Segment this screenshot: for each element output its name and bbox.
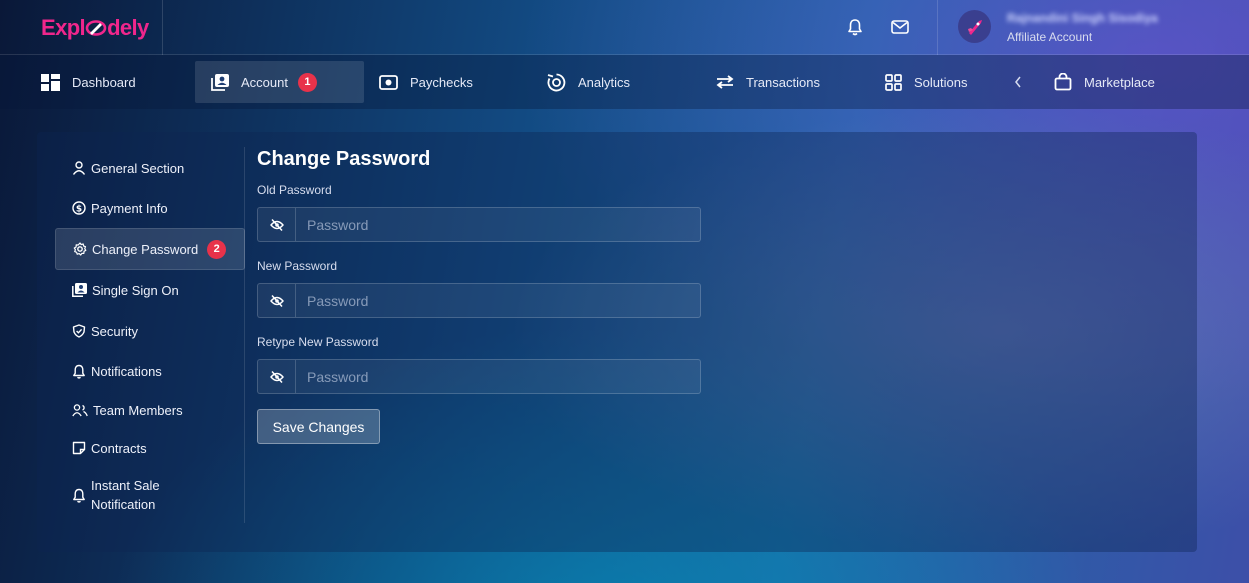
bell-icon xyxy=(73,488,85,503)
avatar xyxy=(958,10,991,43)
logo-rocket-icon xyxy=(85,19,107,36)
nav-label: Marketplace xyxy=(1084,74,1155,90)
account-icon xyxy=(72,283,87,297)
new-password-group xyxy=(257,283,701,318)
sidebar-item-single-sign-on[interactable]: Single Sign On xyxy=(55,280,245,300)
sidebar-item-label: Single Sign On xyxy=(92,282,179,298)
chevron-left-icon xyxy=(1015,76,1021,88)
eye-off-icon xyxy=(269,218,284,231)
top-bar: Expl dely Rajnandini Singh Sisodiya Affil… xyxy=(0,0,1249,55)
bag-icon xyxy=(1054,73,1072,91)
sidebar-item-contracts[interactable]: Contracts xyxy=(55,438,245,458)
sidebar-item-general-section[interactable]: General Section xyxy=(55,158,245,178)
settings-card: General Section $ Payment Info Change Pa… xyxy=(37,132,1197,552)
sidebar-item-notifications[interactable]: Notifications xyxy=(55,361,245,381)
nav-item-dashboard[interactable]: Dashboard xyxy=(41,61,136,103)
toggle-visibility-button[interactable] xyxy=(258,284,296,317)
eye-off-icon xyxy=(269,294,284,307)
sidebar-item-label: Change Password xyxy=(92,241,199,257)
user-name: Rajnandini Singh Sisodiya xyxy=(1007,11,1158,25)
nav-item-marketplace[interactable]: Marketplace xyxy=(1054,61,1155,103)
user-role: Affiliate Account xyxy=(1007,30,1093,44)
svg-text:$: $ xyxy=(76,204,82,214)
sidebar-item-label: General Section xyxy=(91,160,185,176)
old-password-label: Old Password xyxy=(257,183,332,197)
rocket-icon xyxy=(967,19,982,35)
nav-label: Analytics xyxy=(578,74,631,90)
page-title: Change Password xyxy=(257,148,431,170)
retype-password-group xyxy=(257,359,701,394)
paycheck-icon xyxy=(379,74,398,90)
dashboard-icon xyxy=(41,73,60,91)
user-icon xyxy=(72,161,86,175)
new-password-label: New Password xyxy=(257,259,338,273)
nav-label: Account xyxy=(241,74,288,90)
mail-icon[interactable] xyxy=(890,17,910,37)
nav-label: Dashboard xyxy=(72,74,136,90)
nav-label: Paychecks xyxy=(410,74,473,90)
sidebar-item-security[interactable]: Security xyxy=(55,321,245,341)
nav-badge: 1 xyxy=(297,72,317,92)
team-icon xyxy=(72,403,88,416)
nav-item-paychecks[interactable]: Paychecks xyxy=(379,61,473,103)
settings-sidebar: General Section $ Payment Info Change Pa… xyxy=(55,147,245,523)
nav-item-transactions[interactable]: Transactions xyxy=(716,61,820,103)
contract-icon xyxy=(72,441,86,455)
bell-icon[interactable] xyxy=(845,17,865,37)
eye-off-icon xyxy=(269,370,284,383)
sidebar-item-label: Instant Sale Notification xyxy=(91,478,160,512)
user-menu[interactable]: Rajnandini Singh Sisodiya Affiliate Acco… xyxy=(937,0,1249,55)
dollar-icon: $ xyxy=(72,201,86,215)
nav-label: Solutions xyxy=(914,74,968,90)
sidebar-item-instant-sale-notification[interactable]: Instant Sale Notification xyxy=(55,475,245,515)
bell-icon xyxy=(73,364,85,379)
sidebar-item-change-password[interactable]: Change Password 2 xyxy=(55,228,245,270)
retype-password-label: Retype New Password xyxy=(257,335,379,349)
toggle-visibility-button[interactable] xyxy=(258,208,296,241)
main-nav: Dashboard Account 1 Paychecks Analytics … xyxy=(0,55,1249,109)
save-changes-button[interactable]: Save Changes xyxy=(257,409,380,444)
gear-icon xyxy=(73,242,87,256)
sidebar-item-label: Contracts xyxy=(91,440,147,456)
logo[interactable]: Expl dely xyxy=(0,0,163,55)
retype-password-input[interactable] xyxy=(296,360,700,393)
transactions-icon xyxy=(716,75,734,89)
sidebar-item-label: Notifications xyxy=(91,363,162,379)
nav-item-account[interactable]: Account 1 xyxy=(195,61,364,103)
nav-item-solutions[interactable]: Solutions xyxy=(885,61,967,103)
analytics-icon xyxy=(547,73,566,91)
old-password-group xyxy=(257,207,701,242)
sidebar-item-team-members[interactable]: Team Members xyxy=(55,400,245,420)
nav-label: Transactions xyxy=(746,74,820,90)
shield-icon xyxy=(72,324,86,338)
sidebar-item-label: Payment Info xyxy=(91,200,168,216)
sidebar-item-payment-info[interactable]: $ Payment Info xyxy=(55,198,245,218)
account-icon xyxy=(211,73,229,91)
new-password-input[interactable] xyxy=(296,284,700,317)
toggle-visibility-button[interactable] xyxy=(258,360,296,393)
sidebar-item-label: Team Members xyxy=(93,402,183,418)
solutions-icon xyxy=(885,73,902,91)
nav-item-analytics[interactable]: Analytics xyxy=(547,61,630,103)
sidebar-badge: 2 xyxy=(207,239,227,259)
change-password-form: Change Password Old Password New Passwor… xyxy=(257,148,707,444)
logo-text: Expl dely xyxy=(41,14,149,40)
sidebar-item-label: Security xyxy=(91,323,138,339)
nav-collapse-button[interactable] xyxy=(1014,61,1034,103)
old-password-input[interactable] xyxy=(296,208,700,241)
